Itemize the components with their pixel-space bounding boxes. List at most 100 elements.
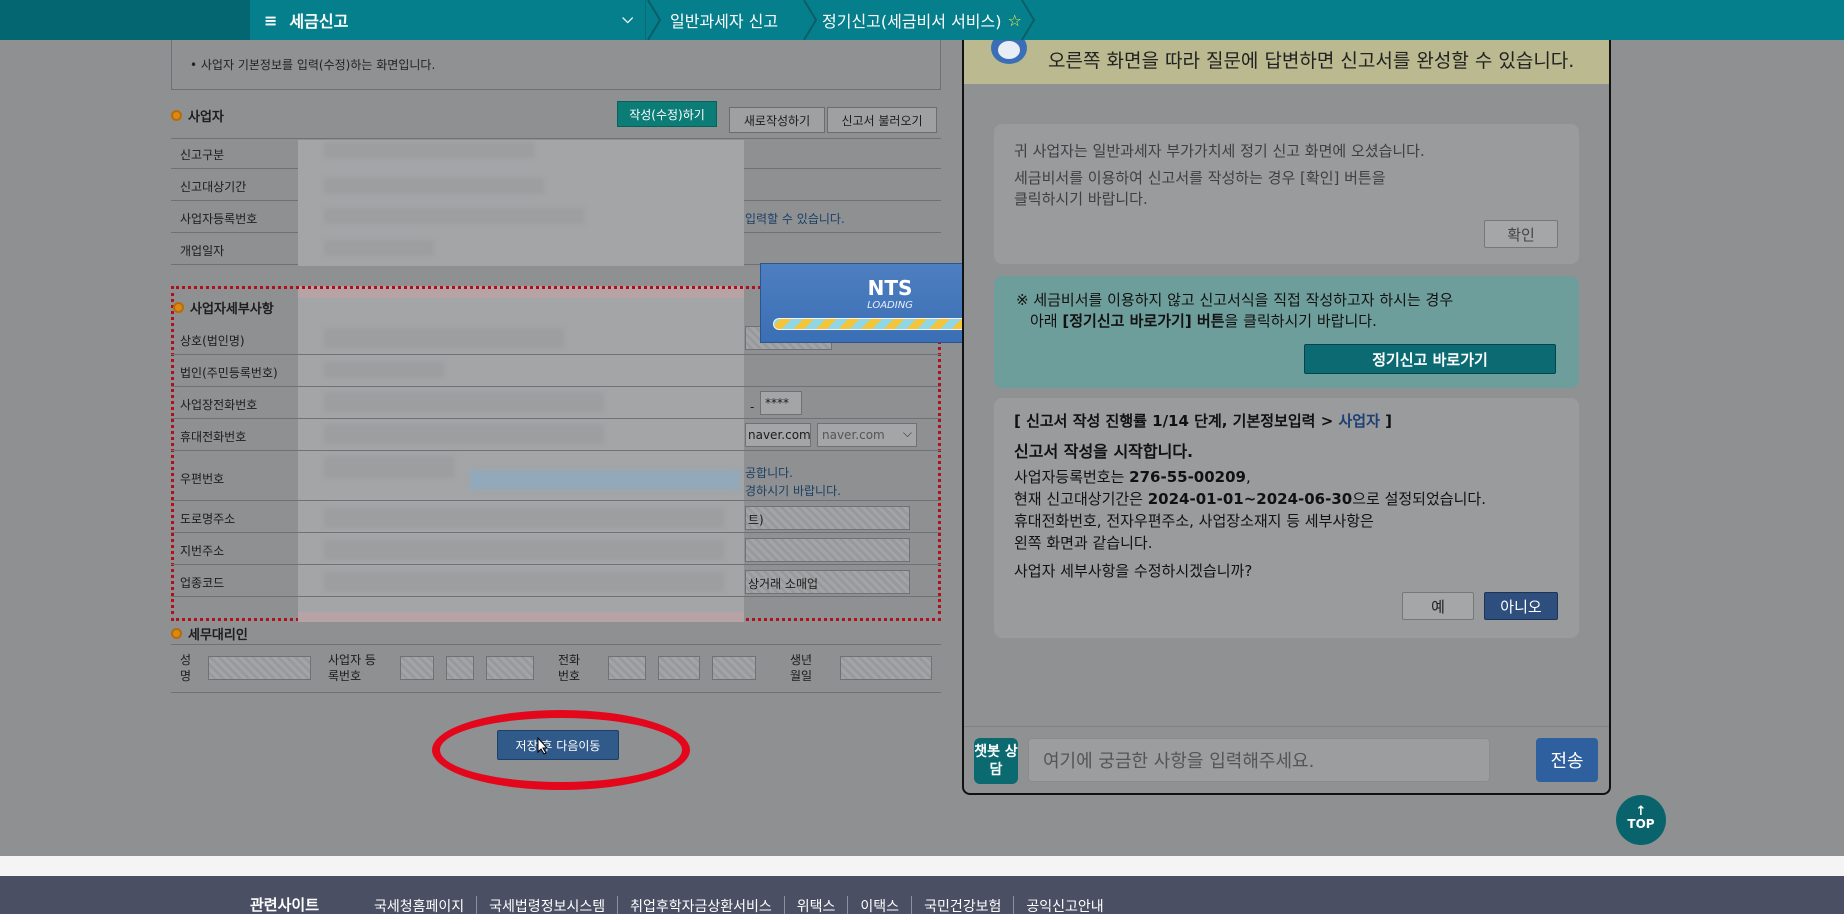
chevron-down-icon: ⌵ <box>622 11 633 27</box>
footer-link-nts[interactable]: 국세청홈페이지 <box>374 896 476 914</box>
breadcrumb-regular-filing[interactable]: 정기신고(세금비서 서비스) ☆ <box>822 0 1022 40</box>
divider <box>171 138 941 139</box>
lot-address-detail-field[interactable] <box>745 538 910 562</box>
chat-card-direct-line2-bold: [정기신고 바로가기] 버튼 <box>1062 312 1225 330</box>
footer-link-student-loan[interactable]: 취업후학자금상환서비스 <box>617 896 784 914</box>
label-agent-birth: 생년 월일 <box>790 653 813 683</box>
progress-status-pre: [ 신고서 작성 진행률 1/14 단계, 기본정보입력 > <box>1014 412 1339 430</box>
blurred-value <box>324 508 724 528</box>
progress-status-link[interactable]: 사업자 <box>1339 412 1380 430</box>
progress-period-pre: 현재 신고대상기간은 <box>1014 490 1148 508</box>
footer-link-etax[interactable]: 이택스 <box>847 896 911 914</box>
chatbot-consult-badge: 챗봇 상담 <box>974 738 1018 784</box>
blurred-value <box>324 572 724 592</box>
chat-card-welcome-line3-text: 클릭하시기 바랍니다. <box>1014 190 1148 208</box>
progress-same-line: 왼쪽 화면과 같습니다. <box>1014 534 1153 552</box>
send-button[interactable]: 전송 <box>1536 738 1598 782</box>
progress-question: 사업자 세부사항을 수정하시겠습니까? <box>1014 562 1253 580</box>
chat-card-direct-line2-post: 을 클릭하시기 바랍니다. <box>1224 312 1377 330</box>
progress-period-post: 으로 설정되었습니다. <box>1352 490 1486 508</box>
yes-button[interactable]: 예 <box>1402 592 1474 620</box>
chat-card-welcome-line1: 귀 사업자는 일반과세자 부가가치세 정기 신고 화면에 오셨습니다. <box>1014 142 1425 160</box>
progress-reg-line: 사업자등록번호는 276-55-00209, <box>1014 466 1251 487</box>
divider <box>171 354 941 355</box>
phone-dash: - <box>750 400 755 414</box>
mouse-cursor-icon <box>537 737 549 755</box>
progress-start-text: 신고서 작성을 시작합니다. <box>1014 442 1194 461</box>
divider <box>171 564 941 565</box>
footer-gap <box>0 856 1844 876</box>
postal-hint-1: 공합니다. <box>745 466 793 480</box>
agent-phone-field-3[interactable] <box>712 656 756 680</box>
label-return-period: 신고대상기간 <box>180 180 247 194</box>
blurred-value <box>324 362 444 378</box>
confirm-button[interactable]: 확인 <box>1484 220 1558 248</box>
progress-reg-post: , <box>1246 468 1251 486</box>
chevron-down-icon: ⌵ <box>902 426 912 440</box>
footer-link-whistleblower[interactable]: 공익신고안내 <box>1013 896 1115 914</box>
chat-banner-text: 오른쪽 화면을 따라 질문에 답변하면 신고서를 완성할 수 있습니다. <box>1048 50 1575 72</box>
blurred-value <box>324 392 604 412</box>
blurred-value <box>324 456 454 478</box>
chat-input[interactable]: 여기에 궁금한 사항을 입력해주세요. <box>1028 738 1490 782</box>
agent-name-field[interactable] <box>208 656 311 680</box>
no-button[interactable]: 아니오 <box>1484 592 1558 620</box>
divider <box>171 644 941 645</box>
blurred-value <box>324 328 564 348</box>
email-domain-field[interactable]: naver.com <box>745 423 811 447</box>
postal-hint-2: 경하시기 바랍니다. <box>745 484 841 498</box>
blurred-value <box>324 208 584 224</box>
section-business-label: 사업자 <box>188 110 224 125</box>
label-corp-id: 법인(주민등록번호) <box>180 366 278 380</box>
chat-card-welcome: 귀 사업자는 일반과세자 부가가치세 정기 신고 화면에 오셨습니다. 세금비서… <box>994 124 1579 264</box>
blurred-value <box>324 178 544 194</box>
agent-phone-field-1[interactable] <box>608 656 646 680</box>
divider <box>171 596 941 597</box>
top-nav: ≡ 세금신고 ⌵ 일반과세자 신고 정기신고(세금비서 서비스) ☆ <box>0 0 1844 41</box>
notice-text: • 사업자 기본정보를 입력(수정)하는 화면입니다. <box>190 58 436 72</box>
breadcrumb-regular-filing-label: 정기신고(세금비서 서비스) <box>822 12 1002 31</box>
chat-card-direct: ※ 세금비서를 이용하지 않고 신고서식을 직접 작성하고자 하시는 경우 아래… <box>994 276 1579 388</box>
agent-birth-field[interactable] <box>840 656 932 680</box>
hamburger-icon: ≡ <box>264 10 278 30</box>
chat-card-direct-text: ※ 세금비서를 이용하지 않고 신고서식을 직접 작성하고자 하시는 경우 아래… <box>1016 290 1453 332</box>
label-open-date: 개업일자 <box>180 244 225 258</box>
progress-status-post: ] <box>1379 412 1392 430</box>
footer-link-law-info[interactable]: 국세법령정보시스템 <box>476 896 617 914</box>
agent-reg-field-2[interactable] <box>446 656 474 680</box>
road-address-detail-field[interactable]: 트) <box>745 506 910 530</box>
agent-reg-field-1[interactable] <box>400 656 434 680</box>
notice-box: • 사업자 기본정보를 입력(수정)하는 화면입니다. <box>171 40 941 90</box>
breadcrumb-general-taxpayer[interactable]: 일반과세자 신고 <box>670 0 778 40</box>
robot-icon <box>991 40 1027 64</box>
email-domain-select[interactable]: naver.com ⌵ <box>817 423 917 447</box>
chat-card-direct-line1: ※ 세금비서를 이용하지 않고 신고서식을 직접 작성하고자 하시는 경우 <box>1016 291 1454 309</box>
new-write-button[interactable]: 새로작성하기 <box>729 107 825 133</box>
label-lot-address: 지번주소 <box>180 544 225 558</box>
highlight-ellipse <box>432 710 690 790</box>
section-agent-title: 세무대리인 <box>171 624 248 643</box>
agent-reg-field-3[interactable] <box>486 656 534 680</box>
breadcrumb-separator-icon <box>646 0 662 41</box>
label-agent-phone: 전화 번호 <box>558 653 581 683</box>
progress-period-value: 2024-01-01~2024-06-30 <box>1147 490 1353 508</box>
chat-banner: 오른쪽 화면을 따라 질문에 답변하면 신고서를 완성할 수 있습니다. <box>964 40 1609 84</box>
footer: 관련사이트 국세청홈페이지 국세법령정보시스템 취업후학자금상환서비스 위택스 … <box>0 876 1844 914</box>
footer-link-wetax[interactable]: 위택스 <box>783 896 848 914</box>
footer-link-health-insurance[interactable]: 국민건강보험 <box>911 896 1013 914</box>
breadcrumb-separator-icon <box>802 0 818 41</box>
footer-links: 국세청홈페이지 국세법령정보시스템 취업후학자금상환서비스 위택스 이택스 국민… <box>374 896 1116 914</box>
regular-filing-shortcut-button[interactable]: 정기신고 바로가기 <box>1304 344 1556 374</box>
blurred-value <box>324 424 604 444</box>
scroll-top-button[interactable]: ↑ TOP <box>1616 795 1666 845</box>
blurred-value <box>324 142 534 158</box>
progress-details-line: 휴대전화번호, 전자우편주소, 사업장소재지 등 세부사항은 <box>1014 512 1374 530</box>
edit-button[interactable]: 작성(수정)하기 <box>617 101 717 127</box>
label-business-phone: 사업장전화번호 <box>180 398 258 412</box>
agent-phone-field-2[interactable] <box>658 656 700 680</box>
nav-menu-dropdown[interactable]: ≡ 세금신고 ⌵ <box>250 0 646 40</box>
blurred-strip <box>298 612 744 622</box>
industry-name-field[interactable]: 상거래 소매업 <box>745 570 910 594</box>
business-phone-last-field[interactable]: **** <box>760 391 802 415</box>
load-return-button[interactable]: 신고서 불러오기 <box>827 107 937 133</box>
